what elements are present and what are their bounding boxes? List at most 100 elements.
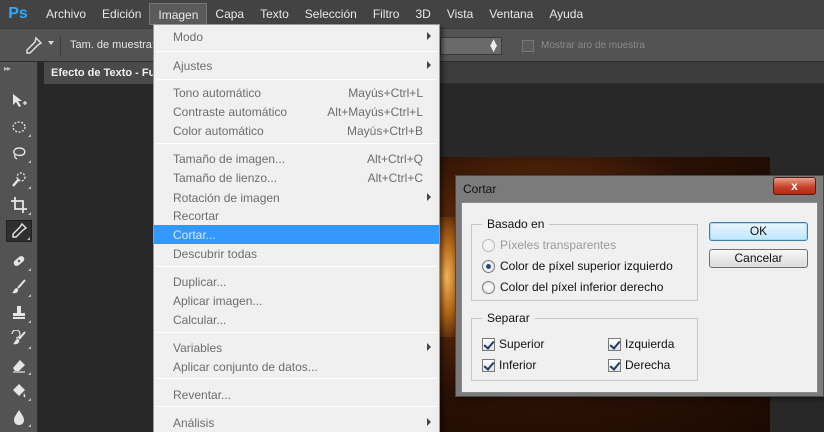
menu-item-auto-tone[interactable]: Tono automático Mayús+Ctrl+L (154, 83, 439, 102)
menu-item-calculations[interactable]: Calcular... (154, 310, 439, 329)
radio-button[interactable] (482, 280, 495, 294)
crop-tool-icon[interactable] (6, 194, 32, 216)
checkbox[interactable] (482, 337, 495, 351)
checkbox[interactable] (482, 358, 495, 372)
check-right[interactable]: Derecha (608, 357, 670, 373)
menu-divider (156, 143, 437, 144)
menu-ventana[interactable]: Ventana (481, 3, 541, 25)
menu-item-crop[interactable]: Recortar (154, 206, 439, 225)
image-menu-dropdown: Modo Ajustes Tono automático Mayús+Ctrl+L… (153, 24, 440, 432)
history-brush-tool-icon[interactable] (6, 328, 32, 350)
menu-item-label: Variables (173, 341, 223, 355)
menu-item-trap[interactable]: Reventar... (154, 385, 439, 404)
paint-bucket-tool-icon[interactable] (6, 380, 32, 402)
radio-label: Píxeles transparentes (500, 238, 617, 252)
menu-divider (156, 79, 437, 80)
radio-button[interactable] (482, 238, 495, 252)
menu-item-shortcut: Alt+Mayús+Ctrl+L (327, 105, 423, 119)
menu-item-label: Tamaño de imagen... (173, 152, 286, 166)
sample-size-label: Tam. de muestra: (70, 39, 155, 51)
menu-item-variables[interactable]: Variables (154, 338, 439, 357)
radio-top-left-pixel-color[interactable]: Color de píxel superior izquierdo (482, 258, 673, 274)
move-tool-icon[interactable] (6, 90, 32, 112)
checkbox-label: Superior (499, 337, 545, 351)
panel-grip-icon[interactable]: ▸▸ (4, 64, 11, 73)
menu-item-shortcut: Mayús+Ctrl+B (346, 124, 423, 138)
sample-size-select[interactable]: ▲ ▼ (440, 37, 502, 55)
menu-vista[interactable]: Vista (439, 3, 481, 25)
lasso-tool-icon[interactable] (6, 142, 32, 164)
checkbox-label: Inferior (499, 358, 537, 372)
marquee-tool-icon[interactable] (6, 116, 32, 138)
menu-divider (156, 378, 437, 379)
tools-panel: ▸▸ (0, 62, 38, 432)
check-top[interactable]: Superior (482, 336, 544, 352)
cancel-button[interactable]: Cancelar (709, 249, 808, 268)
menu-filtro[interactable]: Filtro (365, 3, 408, 25)
brush-tool-icon[interactable] (6, 276, 32, 298)
menu-item-label: Reventar... (173, 388, 232, 402)
checkbox[interactable] (608, 358, 621, 372)
check-bottom[interactable]: Inferior (482, 357, 536, 373)
radio-bottom-right-pixel-color[interactable]: Color del píxel inferior derecho (482, 279, 663, 295)
menu-item-apply-data-set[interactable]: Aplicar conjunto de datos... (154, 357, 439, 376)
menu-item-trim[interactable]: Cortar... (154, 225, 439, 244)
chevron-down-icon[interactable] (48, 41, 54, 45)
menu-item-label: Color automático (173, 124, 264, 138)
trim-dialog: Cortar x Basado en Píxeles transparentes… (455, 175, 824, 397)
eyedropper-tool-icon[interactable] (6, 220, 32, 242)
radio-label: Color del píxel inferior derecho (500, 280, 664, 294)
close-button[interactable]: x (773, 177, 816, 195)
menu-item-label: Análisis (173, 416, 215, 430)
menu-item-shortcut: Mayús+Ctrl+L (348, 86, 423, 100)
based-on-group: Basado en Píxeles transparentes Color de… (471, 217, 698, 301)
checkbox[interactable] (608, 337, 621, 351)
healing-brush-tool-icon[interactable] (6, 250, 32, 272)
menu-3d[interactable]: 3D (407, 3, 438, 25)
menu-imagen[interactable]: Imagen (149, 3, 208, 25)
menu-ayuda[interactable]: Ayuda (541, 3, 591, 25)
menu-item-canvas-size[interactable]: Tamaño de lienzo... Alt+Ctrl+C (154, 168, 439, 187)
radio-transparent-pixels[interactable]: Píxeles transparentes (482, 237, 616, 253)
radio-button[interactable] (482, 259, 495, 273)
quick-selection-tool-icon[interactable] (6, 168, 32, 190)
options-divider (60, 36, 61, 56)
menu-item-apply-image[interactable]: Aplicar imagen... (154, 291, 439, 310)
radio-label: Color de píxel superior izquierdo (500, 259, 673, 273)
checkbox-label: Derecha (625, 358, 671, 372)
blur-tool-icon[interactable] (6, 406, 32, 428)
menu-divider (156, 332, 437, 333)
menu-texto[interactable]: Texto (252, 3, 297, 25)
based-on-legend: Basado en (482, 217, 550, 231)
eraser-tool-icon[interactable] (6, 354, 32, 376)
menu-item-duplicate[interactable]: Duplicar... (154, 272, 439, 291)
show-sample-ring-checkbox[interactable] (522, 40, 534, 52)
menu-item-shortcut: Alt+Ctrl+Q (366, 152, 423, 166)
menu-item-label: Recortar (173, 209, 220, 223)
menu-item-reveal-all[interactable]: Descubrir todas (154, 244, 439, 263)
check-left[interactable]: Izquierda (608, 336, 674, 352)
menu-item-mode[interactable]: Modo (154, 27, 439, 46)
eyedropper-tool-preset-icon[interactable] (22, 35, 44, 57)
ok-button[interactable]: OK (709, 222, 808, 241)
menu-archivo[interactable]: Archivo (38, 3, 94, 25)
menu-edicion[interactable]: Edición (94, 3, 149, 25)
menu-item-label: Calcular... (173, 313, 227, 327)
submenu-arrow-icon (427, 418, 431, 426)
menu-item-analysis[interactable]: Análisis (154, 413, 439, 432)
document-tab[interactable]: Efecto de Texto - Fu (44, 62, 159, 84)
menu-item-auto-color[interactable]: Color automático Mayús+Ctrl+B (154, 121, 439, 140)
clone-stamp-tool-icon[interactable] (6, 302, 32, 324)
menu-capa[interactable]: Capa (207, 3, 252, 25)
menu-item-label: Contraste automático (173, 105, 288, 119)
menu-seleccion[interactable]: Selección (297, 3, 365, 25)
submenu-arrow-icon (427, 343, 431, 351)
menu-item-image-rotation[interactable]: Rotación de imagen (154, 188, 439, 207)
menu-item-shortcut: Alt+Ctrl+C (367, 171, 423, 185)
menu-item-image-size[interactable]: Tamaño de imagen... Alt+Ctrl+Q (154, 149, 439, 168)
updown-arrows-icon: ▲ ▼ (490, 38, 497, 54)
menu-item-adjustments[interactable]: Ajustes (154, 56, 439, 75)
menu-item-label: Modo (173, 30, 204, 44)
menu-item-label: Duplicar... (173, 275, 227, 289)
menu-item-auto-contrast[interactable]: Contraste automático Alt+Mayús+Ctrl+L (154, 102, 439, 121)
